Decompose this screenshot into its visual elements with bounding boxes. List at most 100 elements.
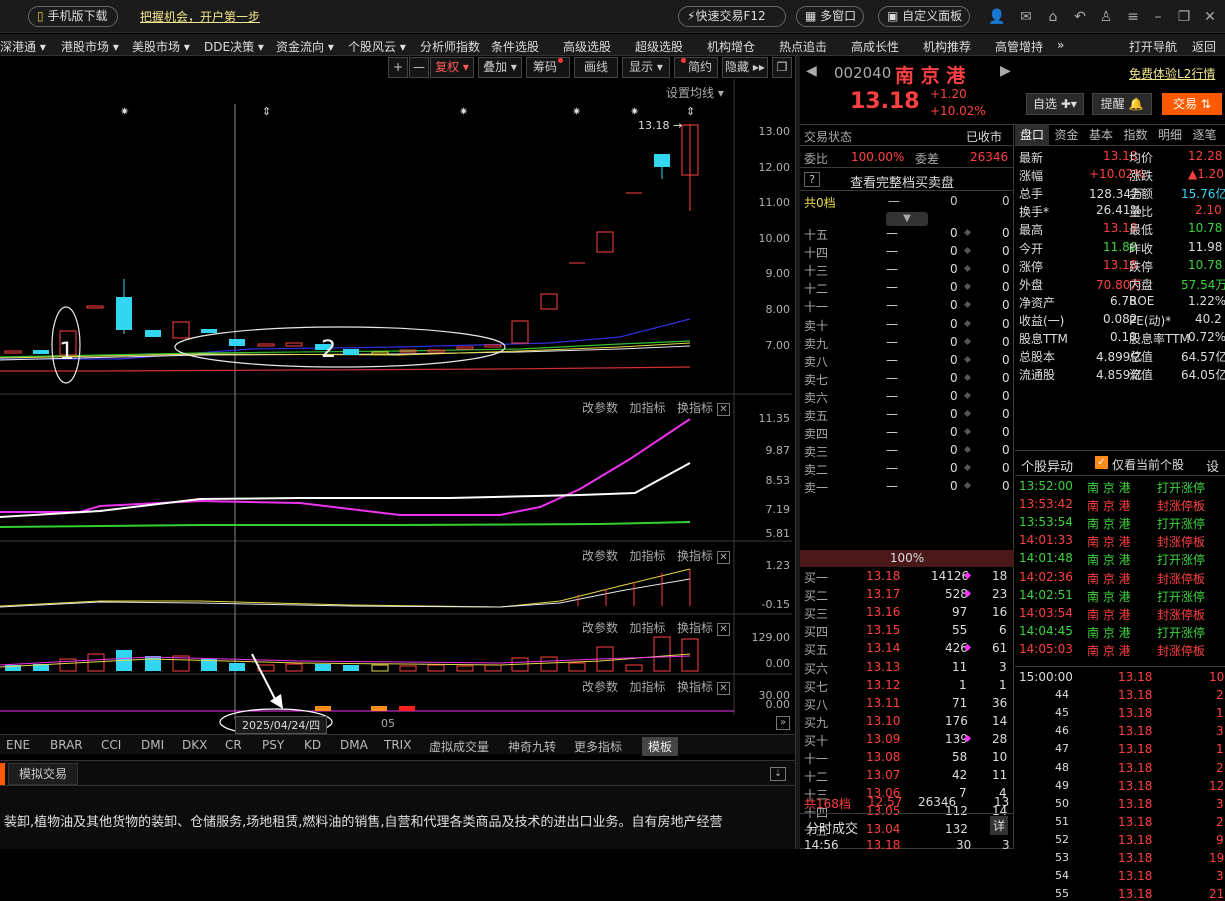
- alert-row[interactable]: 14:03:54 南 京 港 封涨停板: [1015, 606, 1225, 624]
- menu-item[interactable]: 高管增持: [995, 38, 1043, 55]
- panel-toggle-button[interactable]: ❐: [772, 57, 792, 78]
- simple-button[interactable]: 简约: [674, 57, 718, 78]
- indicator-tab[interactable]: ENE: [6, 738, 30, 752]
- trade-button[interactable]: 交易 ⇅: [1162, 93, 1222, 115]
- sell-level-row[interactable]: 卖六 — 0 0: [800, 388, 1014, 406]
- buy-level-row[interactable]: 买二 13.17 528 23: [800, 586, 1014, 604]
- sell-level-row[interactable]: 卖三 — 0 0: [800, 442, 1014, 460]
- close-icon[interactable]: ✕: [716, 403, 730, 416]
- menu-item[interactable]: 高成长性: [851, 38, 899, 55]
- indicator-tab[interactable]: DKX: [182, 738, 207, 752]
- indicator-tab[interactable]: DMA: [340, 738, 368, 752]
- trades-detail-button[interactable]: 详: [990, 816, 1009, 835]
- chips-button[interactable]: 筹码: [526, 57, 570, 78]
- menu-item[interactable]: 分析师指数: [420, 38, 480, 55]
- menu-item[interactable]: 机构增仓: [707, 38, 755, 55]
- ma-settings-button[interactable]: 设置均线 ▾: [666, 84, 724, 101]
- edit-params-button[interactable]: 改参数: [582, 621, 618, 635]
- quote-tab[interactable]: 基本: [1084, 125, 1118, 145]
- menu-item[interactable]: 机构推荐: [923, 38, 971, 55]
- sell-level-row[interactable]: 卖八 — 0 0: [800, 352, 1014, 370]
- mobile-download-button[interactable]: ▯ 手机版下载: [28, 6, 118, 27]
- add-indicator-button[interactable]: 加指标: [629, 401, 665, 415]
- menu-item[interactable]: 热点追击: [779, 38, 827, 55]
- sell-level-row[interactable]: 卖五 — 0 0: [800, 406, 1014, 424]
- add-indicator-button[interactable]: 加指标: [629, 621, 665, 635]
- sell-level-row[interactable]: 十五 — 0 0: [800, 225, 1014, 243]
- open-nav-button[interactable]: 打开导航: [1129, 38, 1177, 55]
- help-icon[interactable]: ?: [804, 172, 820, 187]
- hide-button[interactable]: 隐藏 ▸▸: [722, 57, 768, 78]
- buy-level-row[interactable]: 买八 13.11 71 36: [800, 695, 1014, 713]
- buy-level-row[interactable]: 十二 13.07 42 11: [800, 767, 1014, 785]
- buy-level-row[interactable]: 买十 13.09 139 28: [800, 731, 1014, 749]
- indicator-tab[interactable]: PSY: [262, 738, 284, 752]
- indicator-tab[interactable]: CCI: [101, 738, 121, 752]
- sell-level-row[interactable]: 卖七 — 0 0: [800, 370, 1014, 388]
- edit-params-button[interactable]: 改参数: [582, 680, 618, 694]
- back-icon[interactable]: ↶: [1072, 9, 1088, 25]
- indicator-tab[interactable]: 虚拟成交量: [429, 738, 489, 755]
- sell-level-row[interactable]: 十三 — 0 0: [800, 261, 1014, 279]
- close-icon[interactable]: ✕: [1202, 9, 1218, 25]
- menu-more[interactable]: »: [1057, 38, 1064, 52]
- draw-line-button[interactable]: 画线: [574, 57, 618, 78]
- sell-level-row[interactable]: 卖十 — 0 0: [800, 316, 1014, 334]
- add-indicator-button[interactable]: 加指标: [629, 549, 665, 563]
- sell-level-row[interactable]: 卖九 — 0 0: [800, 334, 1014, 352]
- alert-row[interactable]: 13:53:54 南 京 港 打开涨停: [1015, 515, 1225, 533]
- home-icon[interactable]: ⌂: [1045, 9, 1061, 25]
- expand-icon[interactable]: »: [776, 716, 790, 730]
- quote-tab[interactable]: 指数: [1119, 125, 1153, 145]
- only-current-checkbox[interactable]: ✓: [1095, 456, 1108, 469]
- sell-level-row[interactable]: 卖四 — 0 0: [800, 424, 1014, 442]
- edit-params-button[interactable]: 改参数: [582, 549, 618, 563]
- buy-level-row[interactable]: 买四 13.15 55 6: [800, 622, 1014, 640]
- user-icon[interactable]: 👤: [988, 9, 1005, 25]
- indicator-tab[interactable]: 更多指标: [574, 738, 622, 755]
- template-tab[interactable]: 模板: [642, 737, 679, 756]
- alert-row[interactable]: 14:02:51 南 京 港 打开涨停: [1015, 588, 1225, 606]
- menu-item[interactable]: 深港通 ▾: [0, 38, 46, 55]
- indicator-tab[interactable]: TRIX: [384, 738, 411, 752]
- display-button[interactable]: 显示 ▾: [622, 57, 670, 78]
- switch-indicator-button[interactable]: 换指标: [677, 680, 713, 694]
- buy-level-row[interactable]: 买九 13.10 176 14: [800, 713, 1014, 731]
- shirt-icon[interactable]: ♙: [1098, 9, 1114, 25]
- alert-row[interactable]: 14:01:48 南 京 港 打开涨停: [1015, 551, 1225, 569]
- sell-level-row[interactable]: 十一 — 0 0: [800, 297, 1014, 315]
- menu-item[interactable]: 美股市场 ▾: [132, 38, 190, 55]
- tab-simulated-trade[interactable]: 模拟交易: [8, 763, 78, 785]
- quote-tab[interactable]: 盘口: [1015, 125, 1049, 145]
- l2-trial-link[interactable]: 免费体验L2行情: [1129, 65, 1215, 82]
- menu-item[interactable]: 高级选股: [563, 38, 611, 55]
- buy-level-row[interactable]: 买一 13.18 14126 18: [800, 568, 1014, 586]
- switch-indicator-button[interactable]: 换指标: [677, 401, 713, 415]
- sell-level-row[interactable]: 卖二 — 0 0: [800, 460, 1014, 478]
- menu-icon[interactable]: ≡: [1125, 9, 1141, 25]
- chart-area[interactable]: ✷ ⇕ ✷ ✷ ✷ ⇕ 设置均线 ▾ 13.18 → 1 2 13.00 12.…: [0, 79, 792, 734]
- collapse-icon[interactable]: ⇣: [770, 767, 786, 781]
- restore-icon[interactable]: ❐: [1176, 9, 1192, 25]
- buy-level-row[interactable]: 买五 13.14 426 61: [800, 640, 1014, 658]
- sell-level-row[interactable]: 十二 — 0 0: [800, 279, 1014, 297]
- watchlist-button[interactable]: 自选 ✚▾: [1026, 93, 1084, 115]
- alert-row[interactable]: 14:05:03 南 京 港 封涨停板: [1015, 642, 1225, 660]
- zoom-in-button[interactable]: +: [388, 57, 408, 78]
- alert-row[interactable]: 14:04:45 南 京 港 打开涨停: [1015, 624, 1225, 642]
- next-stock-icon[interactable]: ▶: [1000, 63, 1011, 79]
- sell-level-row[interactable]: 十四 — 0 0: [800, 243, 1014, 261]
- indicator-tab[interactable]: KD: [304, 738, 321, 752]
- full-book-link[interactable]: 查看完整档买卖盘: [850, 172, 954, 191]
- buy-level-row[interactable]: 买三 13.16 97 16: [800, 604, 1014, 622]
- quote-tab[interactable]: 逐笔: [1188, 125, 1222, 145]
- menu-item[interactable]: DDE决策 ▾: [204, 38, 264, 55]
- sell-level-row[interactable]: 卖一 — 0 0: [800, 478, 1014, 496]
- indicator-tab[interactable]: DMI: [141, 738, 164, 752]
- back-button[interactable]: 返回: [1192, 38, 1216, 55]
- edit-params-button[interactable]: 改参数: [582, 401, 618, 415]
- alert-button[interactable]: 提醒 🔔: [1092, 93, 1152, 115]
- menu-item[interactable]: 条件选股: [491, 38, 539, 55]
- switch-indicator-button[interactable]: 换指标: [677, 549, 713, 563]
- prev-stock-icon[interactable]: ◀: [806, 63, 817, 79]
